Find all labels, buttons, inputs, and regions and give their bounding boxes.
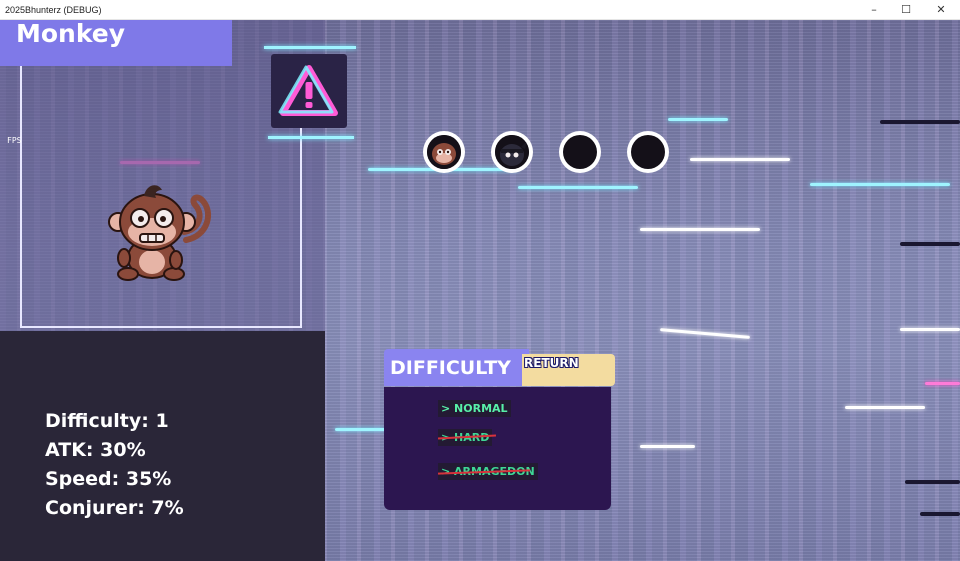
stat-conjurer: Conjurer: 7%: [45, 497, 184, 519]
glitch-streak: [900, 242, 960, 246]
maximize-button[interactable]: ☐: [890, 0, 922, 20]
minimize-button[interactable]: –: [858, 0, 890, 20]
glitch-streak: [810, 183, 950, 186]
alert-glow-line: [268, 136, 354, 139]
return-label[interactable]: RETURN: [524, 356, 579, 370]
glitch-streak: [920, 512, 960, 516]
stat-difficulty: Difficulty: 1: [45, 410, 169, 432]
glitch-streak: [880, 120, 960, 124]
character-preview: Monkey FPS: [0, 20, 356, 331]
glitch-streak: [335, 428, 385, 431]
difficulty-title: DIFFICULTY: [384, 349, 529, 386]
glitch-streak: [905, 480, 960, 484]
glitch-streak: [518, 186, 638, 189]
monkey-sprite: [108, 185, 212, 281]
alert-glow-line: [264, 46, 356, 49]
alert-button[interactable]: [271, 54, 347, 128]
glitch-streak: [640, 445, 695, 448]
character-name: Monkey: [0, 20, 232, 66]
ninja-portrait-icon: [495, 135, 529, 169]
window-title: 2025Bhunterz (DEBUG): [5, 4, 102, 15]
fps-label: FPS: [7, 136, 22, 145]
stat-speed: Speed: 35%: [45, 468, 172, 490]
glitch-streak: [845, 406, 925, 409]
glitch-streak: [668, 118, 728, 121]
game-viewport: Monkey FPS Difficulty: 1 ATK: 30% Speed:…: [0, 20, 960, 561]
window-titlebar: 2025Bhunterz (DEBUG) – ☐ ✕: [0, 0, 960, 20]
close-button[interactable]: ✕: [922, 0, 960, 20]
portrait-ninja[interactable]: [491, 131, 533, 173]
difficulty-option-normal[interactable]: > NORMAL: [438, 400, 511, 417]
portrait-locked-1[interactable]: [559, 131, 601, 173]
locked-silhouette-icon: [631, 135, 665, 169]
warning-icon: [278, 65, 338, 116]
locked-silhouette-icon: [563, 135, 597, 169]
stat-atk: ATK: 30%: [45, 439, 146, 461]
monkey-portrait-icon: [427, 135, 461, 169]
glitch-streak: [900, 328, 960, 331]
stats-panel: Difficulty: 1 ATK: 30% Speed: 35% Conjur…: [0, 331, 325, 561]
glitch-streak: [925, 382, 960, 385]
portrait-monkey[interactable]: [423, 131, 465, 173]
glitch-streak: [640, 228, 760, 231]
glitch-streak: [690, 158, 790, 161]
portrait-locked-2[interactable]: [627, 131, 669, 173]
